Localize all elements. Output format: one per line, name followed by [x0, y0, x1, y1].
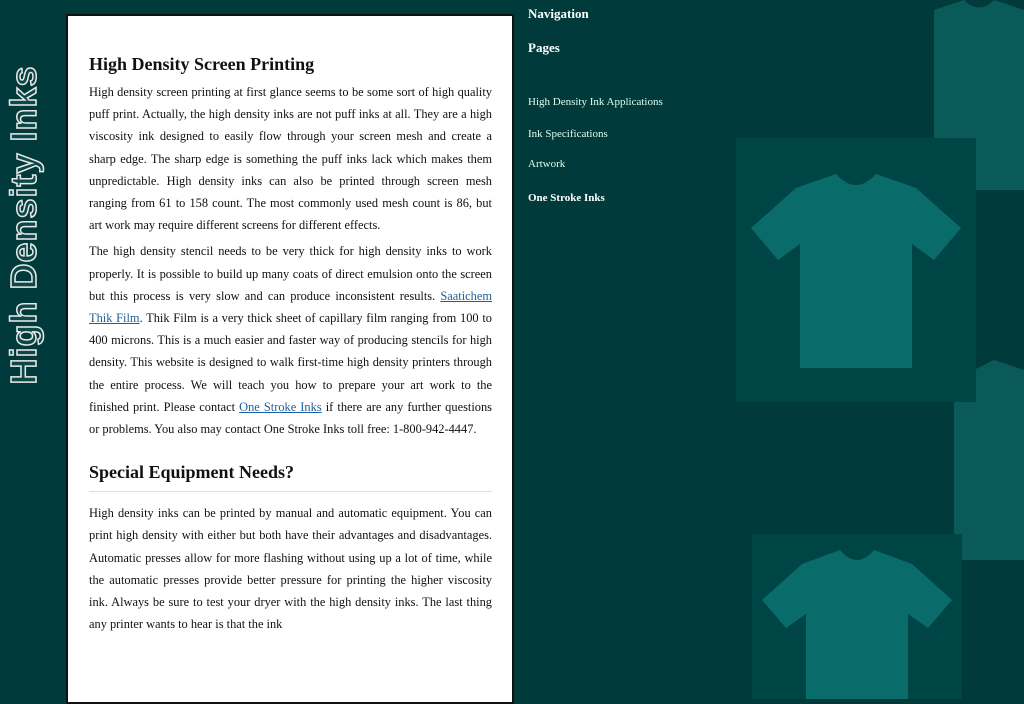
sidebar-item-specifications[interactable]: Ink Specifications [528, 128, 608, 140]
shirt-image-1 [736, 138, 976, 402]
one-stroke-inks-link[interactable]: One Stroke Inks [239, 400, 322, 414]
paragraph-2-text-a: The high density stencil needs to be ver… [89, 244, 492, 303]
article-paragraph-2: The high density stencil needs to be ver… [89, 240, 492, 440]
section-heading: Special Equipment Needs? [89, 462, 492, 493]
site-title-text: High Density Inks [2, 65, 45, 386]
article-panel: High Density Screen Printing High densit… [66, 14, 514, 704]
site-title: High Density Inks [2, 10, 45, 440]
paragraph-2-text-b: . Thik Film is a very thick sheet of cap… [89, 311, 493, 414]
article-paragraph-3: High density inks can be printed by manu… [89, 506, 492, 632]
article-heading: High Density Screen Printing [89, 54, 315, 74]
right-sidebar: Navigation Pages High Density Ink Applic… [514, 0, 1024, 699]
shirt-image-2 [752, 534, 962, 699]
sidebar-link-one-stroke[interactable]: One Stroke Inks [528, 192, 605, 204]
tshirt-icon [751, 174, 961, 368]
article-paragraph-1: High density screen printing at first gl… [89, 85, 492, 233]
tshirt-icon-2 [762, 550, 952, 699]
sidebar-heading-b: Pages [528, 40, 560, 55]
sidebar-item-artwork[interactable]: Artwork [528, 158, 565, 170]
sidebar-item-applications[interactable]: High Density Ink Applications [528, 96, 663, 108]
sidebar-heading-a: Navigation [528, 6, 589, 21]
